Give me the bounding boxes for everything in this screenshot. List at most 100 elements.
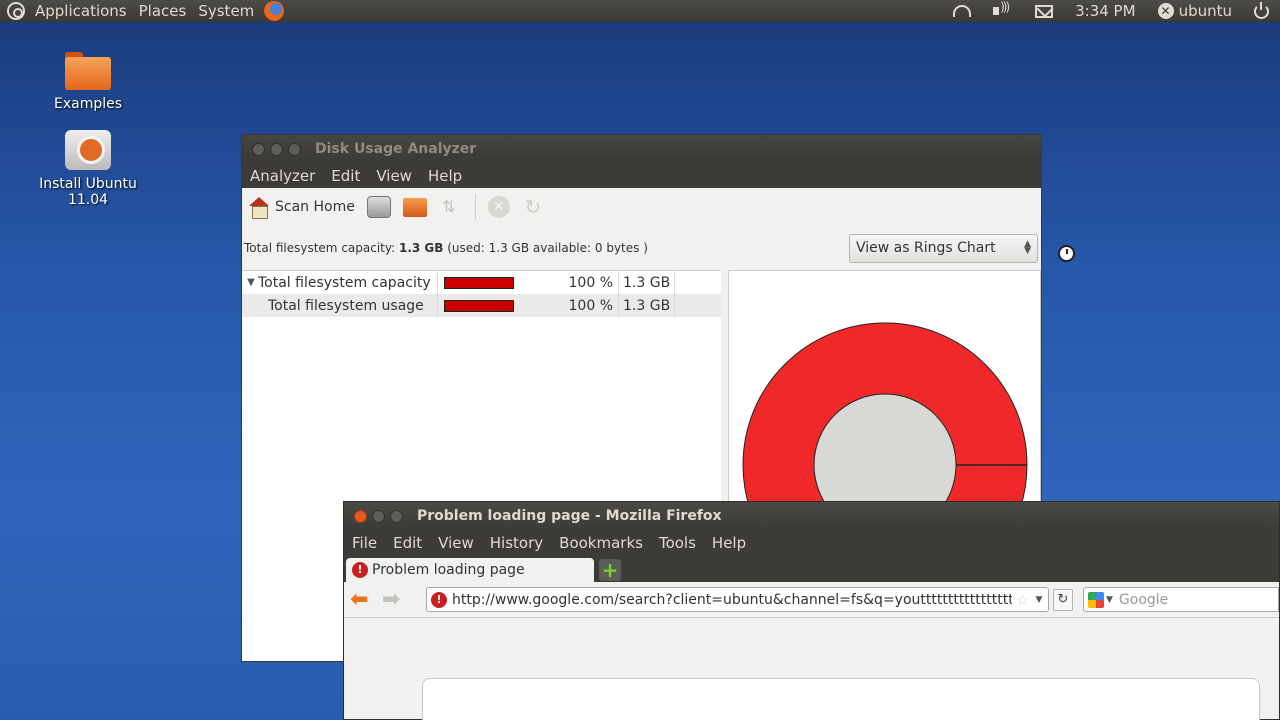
view-as-select[interactable]: View as Rings Chart ▲ ▼ [849, 233, 1038, 263]
user-menu[interactable]: ✕ ubuntu [1157, 2, 1232, 20]
rescan-button: ↻ [522, 196, 544, 218]
select-arrows-icon: ▲ ▼ [1024, 239, 1031, 256]
clock[interactable]: 3:34 PM [1075, 2, 1135, 20]
minimize-button[interactable] [270, 142, 283, 156]
menu-edit[interactable]: Edit [385, 534, 430, 552]
places-menu[interactable]: Places [133, 0, 193, 22]
harddisk-icon [366, 196, 391, 218]
installer-icon [65, 130, 111, 170]
scan-home-label: Scan Home [275, 199, 355, 215]
site-error-icon: ! [431, 591, 447, 608]
panel-menus: Applications Places System [29, 0, 260, 22]
menu-help[interactable]: Help [704, 534, 754, 552]
search-bar[interactable]: ▼ Google [1083, 587, 1279, 612]
usage-size: 1.3 GB [618, 271, 675, 294]
menu-edit[interactable]: Edit [323, 167, 368, 185]
expander-icon[interactable]: ▼ [244, 277, 258, 288]
menu-bookmarks[interactable]: Bookmarks [551, 534, 651, 552]
menu-view[interactable]: View [430, 534, 482, 552]
google-engine-icon[interactable] [1088, 591, 1104, 608]
folder-icon [65, 52, 111, 90]
title-bar[interactable]: Disk Usage Analyzer [242, 135, 1041, 163]
menu-history[interactable]: History [482, 534, 551, 552]
stop-icon: ✕ [487, 196, 510, 218]
navigation-bar: ⬅ ➡ ! http://www.google.com/search?clien… [344, 582, 1279, 618]
user-name: ubuntu [1178, 2, 1232, 20]
scan-home-button[interactable]: Scan Home [248, 197, 355, 219]
menu-view[interactable]: View [368, 167, 420, 185]
caption-capacity-value: 1.3 GB [398, 241, 444, 255]
bookmark-star-icon[interactable]: ☆ [1016, 591, 1029, 609]
ubuntu-logo-icon[interactable] [7, 2, 25, 20]
tree-row-label: Total filesystem usage [268, 297, 424, 314]
firefox-window: Problem loading page - Mozilla Firefox F… [343, 501, 1280, 720]
search-placeholder: Google [1118, 591, 1169, 608]
desktop-icon-label: Install Ubuntu 11.04 [39, 176, 137, 208]
messaging-indicator[interactable] [1035, 4, 1054, 18]
tree-row[interactable]: Total filesystem usage 100 % 1.3 GB [242, 294, 721, 317]
engine-dropdown-icon[interactable]: ▼ [1106, 595, 1113, 605]
scan-remote-button: ⇅ [439, 198, 459, 216]
tree-row-name: Total filesystem usage [242, 298, 437, 314]
applications-menu[interactable]: Applications [29, 0, 133, 22]
tree-row[interactable]: ▼ Total filesystem capacity 100 % 1.3 GB [242, 271, 721, 294]
close-button[interactable] [252, 142, 265, 156]
close-button[interactable] [354, 509, 367, 523]
reload-button[interactable]: ↻ [1053, 588, 1073, 611]
window-title: Problem loading page - Mozilla Firefox [417, 508, 722, 524]
mail-icon [1035, 4, 1054, 18]
tab-bar: ! Problem loading page + [344, 556, 1279, 582]
tree-row-label: Total filesystem capacity [258, 274, 431, 291]
menu-file[interactable]: File [344, 534, 385, 552]
folder-icon [402, 197, 427, 217]
title-bar[interactable]: Problem loading page - Mozilla Firefox [344, 502, 1279, 530]
tab-label: Problem loading page [372, 562, 525, 578]
back-arrow-icon[interactable]: ⬅ [350, 588, 376, 611]
usage-percent: 100 % [568, 274, 613, 291]
power-icon [1254, 1, 1269, 19]
usage-percent: 100 % [568, 297, 613, 314]
url-text: http://www.google.com/search?client=ubun… [452, 591, 1012, 608]
toolbar-separator [474, 194, 476, 220]
url-bar[interactable]: ! http://www.google.com/search?client=ub… [426, 587, 1049, 612]
view-select-value: View as Rings Chart [856, 240, 996, 256]
volume-indicator[interactable] [993, 0, 1013, 18]
menu-analyzer[interactable]: Analyzer [242, 167, 323, 185]
menu-bar: Analyzer Edit View Help [242, 163, 1041, 188]
caption-prefix: Total filesystem capacity: [244, 241, 399, 255]
session-menu[interactable] [1254, 1, 1269, 19]
scan-filesystem-button[interactable] [366, 196, 391, 218]
window-title: Disk Usage Analyzer [315, 141, 477, 157]
network-arrows-icon: ⇅ [442, 197, 456, 216]
tree-row-name: ▼ Total filesystem capacity [242, 275, 437, 291]
firefox-launcher-icon[interactable] [264, 1, 285, 21]
desktop-icon-label: Examples [53, 96, 123, 112]
menu-help[interactable]: Help [420, 167, 470, 185]
usage-size: 1.3 GB [618, 294, 675, 317]
usage-bar [444, 299, 514, 312]
tab-problem-loading[interactable]: ! Problem loading page [346, 558, 594, 582]
system-menu[interactable]: System [192, 0, 260, 22]
scan-folder-button[interactable] [402, 197, 427, 217]
maximize-button[interactable] [288, 142, 301, 156]
reload-icon: ↻ [524, 195, 542, 219]
desktop-icon-examples[interactable]: Examples [18, 52, 158, 112]
error-icon: ! [352, 562, 368, 578]
minimize-button[interactable] [372, 509, 385, 523]
desktop-icon-install-ubuntu[interactable]: Install Ubuntu 11.04 [18, 130, 158, 208]
menu-tools[interactable]: Tools [651, 534, 704, 552]
network-indicator[interactable] [953, 5, 972, 17]
caption-suffix: (used: 1.3 GB available: 0 bytes ) [443, 241, 648, 255]
speaker-icon [993, 0, 1013, 18]
busy-cursor-icon [1058, 245, 1075, 262]
toolbar: Scan Home ⇅ ✕ ↻ [242, 188, 1041, 226]
info-bar: Total filesystem capacity: 1.3 GB (used:… [242, 226, 1041, 270]
top-panel: Applications Places System 3:34 PM ✕ ubu… [0, 0, 1280, 22]
forward-arrow-icon: ➡ [382, 586, 401, 612]
maximize-button[interactable] [390, 509, 403, 523]
history-dropdown-icon[interactable]: ▼ [1035, 595, 1042, 605]
usage-bar-cell [437, 294, 565, 317]
error-page-box [422, 678, 1260, 720]
new-tab-button[interactable]: + [599, 559, 621, 581]
home-icon [248, 197, 270, 219]
